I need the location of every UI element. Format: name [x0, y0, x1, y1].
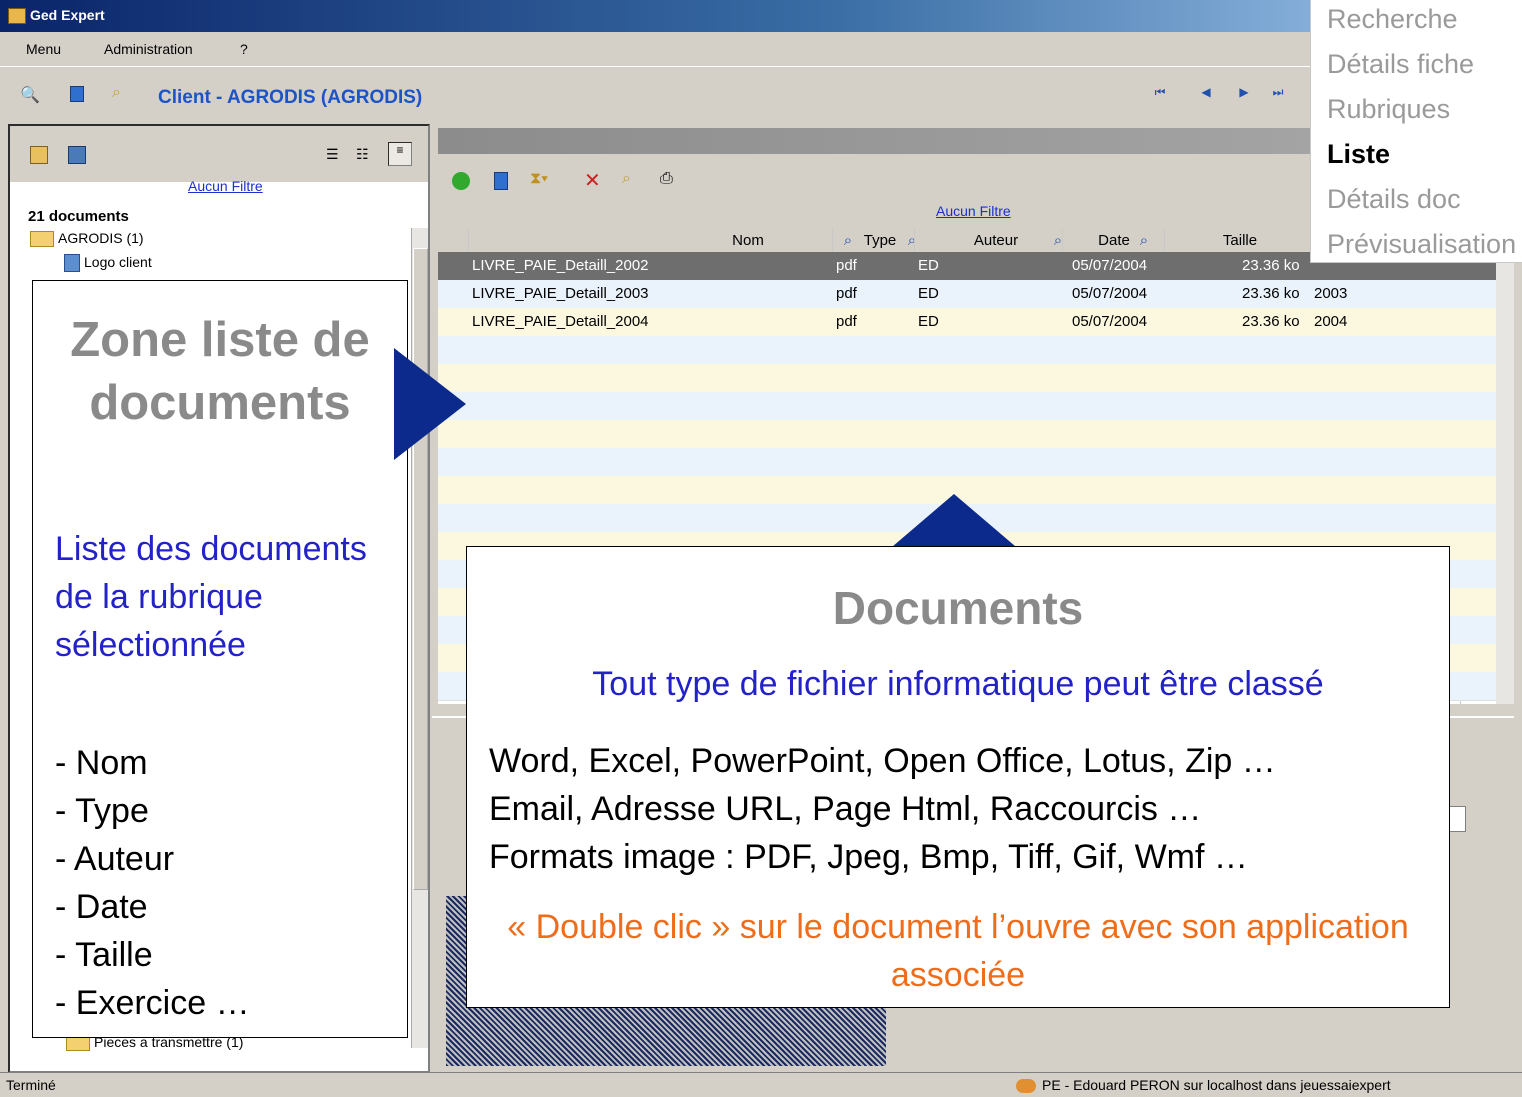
left-filter-link[interactable]: Aucun Filtre	[188, 178, 263, 194]
folder-icon	[30, 231, 54, 248]
user-icon	[1016, 1079, 1036, 1094]
previous-record-icon[interactable]: ◀	[1198, 85, 1214, 101]
last-record-icon[interactable]: ⏭	[1270, 85, 1286, 101]
empty-row	[438, 420, 1498, 449]
field-type: - Type	[55, 792, 149, 830]
file-types-image: Formats image : PDF, Jpeg, Bmp, Tiff, Gi…	[489, 838, 1248, 876]
cell-taille: 23.36 ko	[1242, 285, 1300, 302]
cell-nom: LIVRE_PAIE_Detaill_2003	[472, 285, 649, 302]
field-nom: - Nom	[55, 744, 148, 782]
callout-title: Documents	[832, 582, 1084, 634]
table-row[interactable]: LIVRE_PAIE_Detaill_2003 pdf ED 05/07/200…	[438, 280, 1498, 309]
empty-row	[438, 336, 1498, 365]
scroll-thumb[interactable]	[413, 248, 428, 890]
column-header-auteur[interactable]: Auteur	[944, 232, 1048, 249]
nav-item-details-doc[interactable]: Détails doc	[1327, 184, 1461, 215]
status-bar: Terminé PE - Edouard PERON sur localhost…	[0, 1072, 1522, 1097]
tree-expand-icon[interactable]: ☰	[326, 146, 342, 162]
cell-type: pdf	[836, 313, 857, 330]
cell-exercice: 2004	[1314, 313, 1348, 330]
callout-subtitle: Tout type de fichier informatique peut ê…	[592, 665, 1324, 703]
filter-type-icon[interactable]: ⌕	[902, 232, 922, 249]
grid-scrollbar[interactable]	[1496, 228, 1514, 704]
cell-nom: LIVRE_PAIE_Detaill_2002	[472, 257, 649, 274]
file-types-web: Email, Adresse URL, Page Html, Raccourci…	[489, 790, 1202, 828]
arrow-up-icon	[886, 494, 1022, 552]
cell-type: pdf	[836, 257, 857, 274]
binoculars-icon[interactable]: 🔍	[20, 85, 40, 104]
callout-document-list-zone: Zone liste de documents Liste des docume…	[32, 280, 408, 1038]
section-nav: Recherche Détails fiche Rubriques Liste …	[1310, 0, 1522, 263]
new-document-icon[interactable]	[494, 172, 508, 190]
document-icon	[64, 254, 80, 273]
cell-auteur: ED	[918, 313, 939, 330]
callout-title: Zone liste de documents	[70, 313, 370, 430]
menu-item-help[interactable]: ?	[240, 41, 248, 57]
window-title: Ged Expert	[30, 7, 105, 23]
delete-icon[interactable]: ✕	[584, 168, 601, 192]
menu-bar: Menu Administration ?	[0, 32, 1522, 64]
callout-field-list: - Nom - Type - Auteur - Date - Taille - …	[55, 739, 395, 1027]
record-toolbar: 🔍 ⌕ Client - AGRODIS (AGRODIS) ⏮ ◀ ▶ ⏭	[0, 66, 1522, 121]
nav-item-recherche[interactable]: Recherche	[1327, 4, 1458, 35]
filter-auteur-icon[interactable]: ⌕	[1048, 232, 1068, 249]
tree-item-agrodis[interactable]: AGRODIS (1)	[30, 230, 144, 248]
cell-exercice: 2003	[1314, 285, 1348, 302]
cell-auteur: ED	[918, 285, 939, 302]
callout-file-types: Word, Excel, PowerPoint, Open Office, Lo…	[489, 737, 1439, 881]
document-icon[interactable]	[70, 86, 84, 102]
cell-date: 05/07/2004	[1072, 313, 1148, 330]
tree-view-icon[interactable]: ≡	[388, 142, 412, 166]
column-header-taille[interactable]: Taille	[1208, 232, 1272, 249]
cell-taille: 23.36 ko	[1242, 257, 1300, 274]
field-date: - Date	[55, 888, 148, 926]
nav-item-previsualisation[interactable]: Prévisualisation	[1327, 229, 1516, 260]
status-text: Terminé	[6, 1077, 56, 1093]
first-record-icon[interactable]: ⏮	[1152, 85, 1168, 101]
filter-date-icon[interactable]: ⌕	[1134, 232, 1154, 249]
cell-auteur: ED	[918, 257, 939, 274]
table-row[interactable]: LIVRE_PAIE_Detaill_2004 pdf ED 05/07/200…	[438, 308, 1498, 337]
nav-item-details-fiche[interactable]: Détails fiche	[1327, 49, 1474, 80]
back-icon[interactable]	[452, 172, 470, 190]
cell-taille: 23.36 ko	[1242, 313, 1300, 330]
field-auteur: - Auteur	[55, 840, 175, 878]
field-taille: - Taille	[55, 936, 153, 974]
document-count: 21 documents	[28, 208, 129, 225]
title-bar: Ged Expert	[0, 0, 1522, 32]
magnifier-icon[interactable]: ⌕	[112, 84, 128, 101]
cell-date: 05/07/2004	[1072, 285, 1148, 302]
tree-item-logo-client[interactable]: Logo client	[64, 254, 152, 273]
arrow-right-icon	[394, 348, 466, 460]
field-exercice: - Exercice …	[55, 984, 250, 1022]
menu-item-menu[interactable]: Menu	[26, 41, 61, 57]
list-filter-link[interactable]: Aucun Filtre	[936, 203, 1011, 219]
file-types-office: Word, Excel, PowerPoint, Open Office, Lo…	[489, 742, 1276, 780]
add-folder-icon[interactable]	[30, 146, 48, 164]
print-icon[interactable]: ⎙	[660, 170, 676, 187]
cell-date: 05/07/2004	[1072, 257, 1148, 274]
tree-collapse-icon[interactable]: ☷	[356, 146, 372, 162]
record-title: Client - AGRODIS (AGRODIS)	[158, 87, 423, 108]
empty-row	[438, 364, 1498, 393]
callout-description: Liste des documents de la rubrique sélec…	[55, 530, 367, 664]
nav-item-rubriques[interactable]: Rubriques	[1327, 94, 1450, 125]
left-toolbar: ☰ ☷ ≡	[10, 126, 428, 182]
empty-row	[438, 448, 1498, 477]
sort-menu-icon[interactable]: ⧗▾	[530, 170, 548, 187]
app-icon	[8, 8, 26, 24]
menu-item-administration[interactable]: Administration	[104, 41, 193, 57]
cell-nom: LIVRE_PAIE_Detaill_2004	[472, 313, 649, 330]
nav-item-liste[interactable]: Liste	[1327, 139, 1390, 170]
status-user: PE - Edouard PERON sur localhost dans je…	[1016, 1077, 1391, 1094]
callout-documents: Documents Tout type de fichier informati…	[466, 546, 1450, 1008]
search-icon[interactable]: ⌕	[622, 170, 638, 187]
scan-icon[interactable]	[68, 146, 86, 164]
empty-row	[438, 392, 1498, 421]
cell-type: pdf	[836, 285, 857, 302]
next-record-icon[interactable]: ▶	[1236, 85, 1252, 101]
callout-note: « Double clic » sur le document l’ouvre …	[507, 908, 1409, 994]
